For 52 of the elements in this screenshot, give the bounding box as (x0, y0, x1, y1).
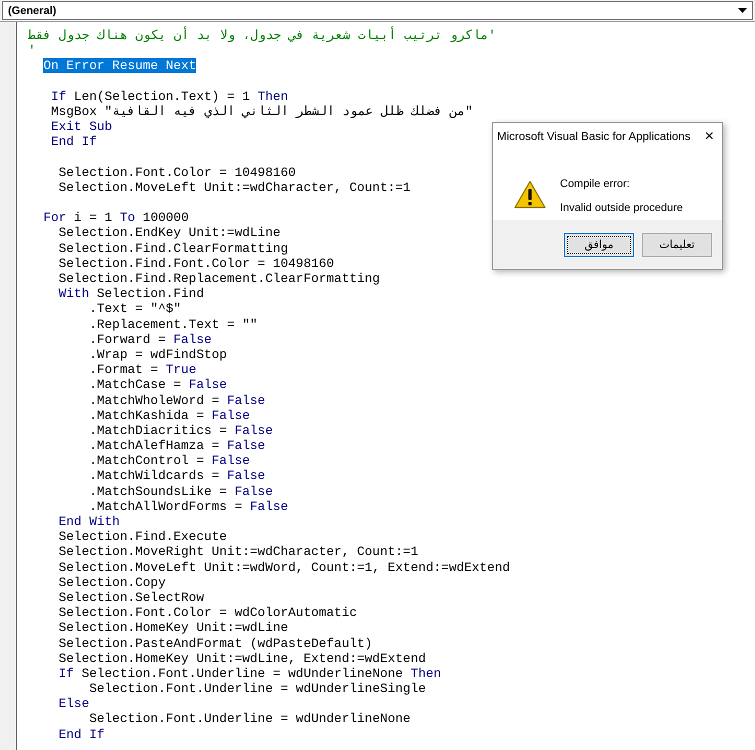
code-line: Selection.Font.Color = 10498160 (58, 164, 296, 180)
dialog-button[interactable]: موافق (564, 232, 634, 256)
code-line: Selection.Font.Underline = wdUnderlineNone (89, 711, 411, 726)
code-line: .MatchAlefHamza = False (89, 438, 266, 454)
code-line: .Text = "^$" (89, 301, 182, 316)
code-line: Else (58, 696, 90, 712)
code-line: If Len(Selection.Text) = 1 Then (50, 88, 288, 104)
code-line: Selection.Find.Replacement.ClearFormatting (58, 271, 380, 286)
code-line: Exit Sub (50, 119, 112, 134)
code-line: End If (58, 726, 105, 742)
procedure-dropdown[interactable]: (General) (2, 1, 753, 20)
dialog-button[interactable]: تعليمات (642, 232, 712, 256)
code-line: End If (50, 134, 97, 150)
code-line: If Selection.Font.Underline = wdUnderlineNone Then (58, 666, 442, 681)
code-line: .Replacement.Text = "" (89, 316, 258, 332)
warning-icon (514, 180, 546, 209)
code-line: Selection.Font.Underline = wdUnderlineSingle (89, 681, 426, 696)
error-message: Invalid outside procedure (560, 202, 683, 214)
code-line: 'ماكرو ترتيب أبيات شعرية في جدول، ولا بد أن يكون هناك جدول فقط (28, 28, 496, 43)
code-line: Selection.HomeKey Unit:=wdLine (58, 620, 288, 636)
code-line: .MatchWildcards = False (89, 468, 266, 484)
close-button[interactable]: × (704, 128, 714, 144)
code-line: .MatchWholeWord = False (89, 392, 266, 408)
code-line: .Forward = False (89, 332, 212, 347)
code-line: .MatchDiacritics = False (89, 422, 273, 438)
code-line: Selection.Font.Color = wdColorAutomatic (58, 605, 358, 620)
code-line: For i = 1 To 100000 (43, 210, 189, 226)
code-line: .MatchCase = False (89, 377, 227, 392)
code-line: Selection.Find.Font.Color = 10498160 (58, 256, 334, 271)
code-line: .MatchSoundsLike = False (89, 484, 273, 499)
code-line: MsgBox "من فضلك ظلل عمود الشطر الثاني الذي فيه القافية" (50, 104, 473, 119)
code-line: Selection.Find.Execute (58, 529, 227, 544)
code-line: Selection.EndKey Unit:=wdLine (58, 225, 280, 240)
code-line: With Selection.Find (58, 286, 204, 302)
error-heading: Compile error: (560, 178, 631, 190)
code-line: .MatchKashida = False (89, 408, 250, 423)
code-line: .MatchAllWordForms = False (89, 498, 288, 514)
code-line: Selection.HomeKey Unit:=wdLine, Extend:=wdExtend (58, 650, 426, 666)
code-line: Selection.Find.ClearFormatting (58, 240, 288, 256)
code-line: .Wrap = wdFindStop (89, 346, 227, 362)
code-line: ' (28, 43, 36, 58)
caret-icon (738, 8, 747, 13)
code-line: Selection.SelectRow (58, 590, 204, 605)
code-line: .MatchControl = False (89, 453, 250, 468)
code-line: Selection.PasteAndFormat (wdPasteDefault) (58, 636, 372, 650)
dialog-title: Microsoft Visual Basic for Applications (497, 130, 690, 142)
code-line: Selection.MoveRight Unit:=wdCharacter, Count:=1 (58, 544, 418, 560)
code-line: Selection.MoveLeft Unit:=wdWord, Count:=1, Extend:=wdExtend (58, 560, 510, 575)
code-line: .Format = True (89, 362, 196, 378)
code-line: Selection.Copy (58, 574, 166, 590)
code-line: Selection.MoveLeft Unit:=wdCharacter, Count:=1 (58, 180, 411, 195)
code-line: End With (58, 514, 120, 529)
